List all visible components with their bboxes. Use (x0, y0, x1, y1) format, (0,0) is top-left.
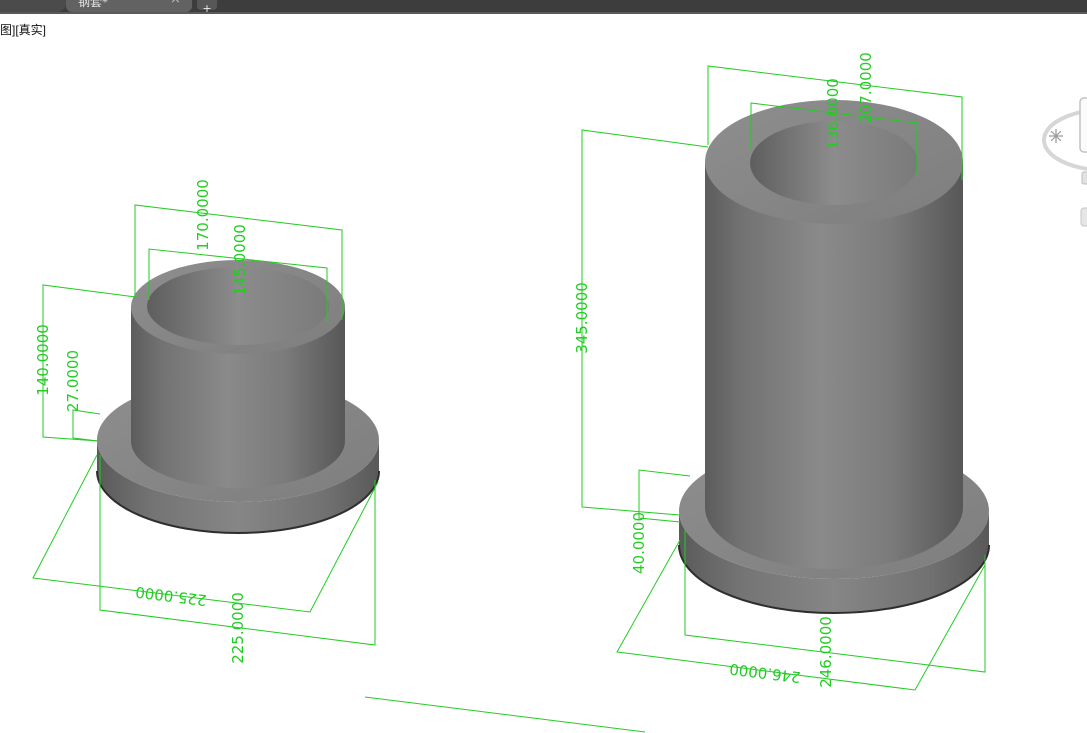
dim-text-right-top-inner[interactable]: 136.0000 (824, 78, 842, 150)
dim-line-right-height[interactable] (581, 129, 709, 516)
tab-active-document[interactable]: 钢套* × (66, 0, 192, 12)
dim-text-left-flange-front[interactable]: 225.0000 (229, 592, 247, 664)
plus-icon: + (202, 2, 212, 14)
tab-previous-document[interactable] (0, 0, 66, 12)
model-viewport[interactable]: 170.0000 145.0000 140.0000 27.0000 225.0… (0, 0, 1087, 733)
viewcube-cube[interactable] (1079, 97, 1087, 153)
dim-text-right-flange-front[interactable]: 246.0000 (817, 616, 835, 688)
dim-text-left-flange-height[interactable]: 27.0000 (64, 350, 82, 412)
dim-text-right-height[interactable]: 345.0000 (573, 282, 591, 354)
viewcube[interactable] (1042, 97, 1087, 227)
compass-icon (1049, 129, 1063, 143)
construction-line[interactable] (364, 696, 646, 733)
dim-text-right-flange-height[interactable]: 40.0000 (630, 512, 648, 574)
viewcube-menu-marker[interactable] (1080, 207, 1087, 227)
new-tab-button[interactable]: + (197, 0, 217, 12)
dim-line-left-flange-height[interactable] (72, 409, 101, 442)
dim-text-left-top-inner[interactable]: 145.0000 (231, 224, 249, 296)
dim-text-left-top-outer[interactable]: 170.0000 (194, 179, 212, 251)
left-bushing-model[interactable] (96, 260, 380, 534)
dim-text-right-flange-side[interactable]: 246.0000 (728, 660, 801, 687)
tab-label: 钢套* (78, 0, 109, 9)
right-bushing-model[interactable] (678, 100, 990, 614)
viewport-controls-label[interactable]: 图][真实] (0, 21, 46, 38)
viewcube-home-marker[interactable] (1081, 171, 1087, 185)
dim-text-right-top-outer[interactable]: 207.0000 (857, 52, 875, 124)
document-tab-bar: 钢套* × + (0, 0, 1087, 14)
dim-text-left-flange-side[interactable]: 225.0000 (134, 583, 207, 610)
close-icon[interactable]: × (170, 0, 181, 7)
dim-text-left-height[interactable]: 140.0000 (34, 324, 52, 396)
